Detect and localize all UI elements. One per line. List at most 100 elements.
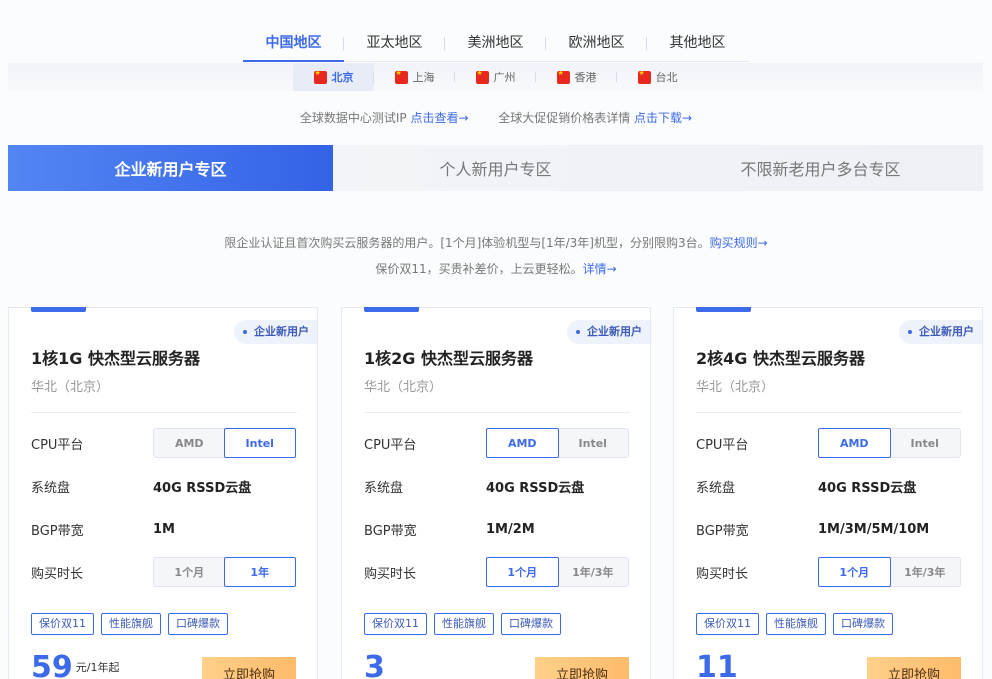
bandwidth-value: 1M [153, 521, 175, 537]
buy-now-button[interactable]: 立即抢购 [867, 657, 961, 679]
tag: 性能旗舰 [101, 613, 161, 635]
card-region: 华北（北京） [696, 380, 775, 395]
price: 59 元/1年起 [31, 652, 119, 679]
disk-value: 40G RSSD云盘 [818, 480, 917, 496]
tab-americas[interactable]: 美洲地区 [445, 28, 546, 61]
note-line-2: 保价双11，买贵补差价，上云更轻松。 [375, 262, 583, 276]
tab-europe[interactable]: 欧洲地区 [546, 28, 647, 61]
city-beijing[interactable]: 北京 [293, 63, 374, 91]
test-ip-text: 全球数据中心测试IP [299, 111, 407, 125]
china-flag-icon [475, 69, 489, 84]
duration-selector: 1个月 1年 [153, 557, 296, 587]
duration-1-month-option[interactable]: 1个月 [818, 557, 891, 587]
buy-now-button[interactable]: 立即抢购 [535, 657, 629, 679]
divider [31, 412, 297, 413]
city-bar: 北京 上海 广州 香港 台北 [8, 63, 983, 91]
card-title: 1核1G 快杰型云服务器 [31, 349, 200, 368]
note-line-1: 限企业认证且首次购买云服务器的用户。[1个月]体验机型与[1年/3年]机型，分别… [224, 236, 710, 250]
details-link[interactable]: 详情→ [583, 262, 617, 276]
cpu-intel-option[interactable]: Intel [558, 429, 629, 457]
price-value: 11 [696, 650, 738, 679]
disk-value: 40G RSSD云盘 [153, 480, 252, 496]
tag: 保价双11 [696, 613, 759, 635]
tab-other[interactable]: 其他地区 [647, 28, 748, 61]
price-value: 3 [364, 650, 385, 679]
info-links: 全球数据中心测试IP 点击查看→ 全球大促促销价格表详情 点击下载→ [0, 109, 992, 126]
cpu-amd-option[interactable]: AMD [154, 429, 225, 457]
card-accent-bar [31, 307, 86, 312]
cpu-selector: AMD Intel [818, 428, 961, 458]
card-region: 华北（北京） [364, 380, 443, 395]
card-title: 1核2G 快杰型云服务器 [364, 349, 533, 368]
china-flag-icon [313, 69, 327, 84]
price-list-link[interactable]: 点击下载→ [634, 111, 692, 125]
duration-row: 购买时长 1个月 1年/3年 [696, 557, 962, 587]
china-flag-icon [637, 69, 651, 84]
duration-row: 购买时长 1个月 1年 [31, 557, 297, 587]
tag: 口碑爆款 [168, 613, 228, 635]
price-unit: 元/1年起 [75, 661, 120, 674]
cpu-row: CPU平台 AMD Intel [696, 428, 962, 458]
disk-row: 系统盘 40G RSSD云盘 [31, 471, 297, 501]
cpu-intel-option[interactable]: Intel [890, 429, 961, 457]
tab-china[interactable]: 中国地区 [243, 28, 344, 62]
cpu-selector: AMD Intel [486, 428, 629, 458]
cpu-selector: AMD Intel [153, 428, 296, 458]
bandwidth-value: 1M/2M [486, 521, 535, 537]
purchase-notes: 限企业认证且首次购买云服务器的用户。[1个月]体验机型与[1年/3年]机型，分别… [0, 230, 992, 282]
cpu-amd-option[interactable]: AMD [818, 428, 891, 458]
bandwidth-row: BGP带宽 1M/3M/5M/10M [696, 521, 930, 539]
price-list-text: 全球大促促销价格表详情 [498, 111, 631, 125]
enterprise-badge: 企业新用户 [899, 320, 982, 344]
tag: 保价双11 [31, 613, 94, 635]
city-shanghai[interactable]: 上海 [374, 63, 455, 91]
tag-list: 保价双11 性能旗舰 口碑爆款 [364, 613, 568, 635]
duration-selector: 1个月 1年/3年 [486, 557, 629, 587]
disk-row: 系统盘 40G RSSD云盘 [364, 471, 630, 501]
duration-1-month-option[interactable]: 1个月 [154, 558, 225, 586]
card-accent-bar [696, 307, 751, 312]
test-ip-link[interactable]: 点击查看→ [410, 111, 468, 125]
tag: 口碑爆款 [501, 613, 561, 635]
china-flag-icon [394, 69, 408, 84]
enterprise-badge: 企业新用户 [567, 320, 650, 344]
city-taipei[interactable]: 台北 [617, 63, 698, 91]
duration-1-year-option[interactable]: 1年 [223, 557, 296, 587]
duration-row: 购买时长 1个月 1年/3年 [364, 557, 630, 587]
tab-unlimited-multi[interactable]: 不限新老用户多台专区 [658, 145, 983, 191]
card-title: 2核4G 快杰型云服务器 [696, 349, 865, 368]
bandwidth-row: BGP带宽 1M/2M [364, 521, 535, 539]
product-card-3: 企业新用户 2核4G 快杰型云服务器 华北（北京） CPU平台 AMD Inte… [673, 307, 983, 679]
duration-1-3-year-option[interactable]: 1年/3年 [558, 558, 629, 586]
tab-asia-pacific[interactable]: 亚太地区 [344, 28, 445, 61]
tag-list: 保价双11 性能旗舰 口碑爆款 [31, 613, 235, 635]
purchase-rules-link[interactable]: 购买规则→ [710, 236, 768, 250]
tag: 性能旗舰 [434, 613, 494, 635]
region-tabs: 中国地区 亚太地区 美洲地区 欧洲地区 其他地区 [243, 28, 749, 62]
buy-now-button[interactable]: 立即抢购 [202, 657, 296, 679]
tag: 口碑爆款 [833, 613, 893, 635]
zone-tabs: 企业新用户专区 个人新用户专区 不限新老用户多台专区 [8, 145, 983, 191]
tag: 保价双11 [364, 613, 427, 635]
bandwidth-row: BGP带宽 1M [31, 521, 175, 539]
product-card-1: 企业新用户 1核1G 快杰型云服务器 华北（北京） CPU平台 AMD Inte… [8, 307, 318, 679]
disk-value: 40G RSSD云盘 [486, 480, 585, 496]
cpu-amd-option[interactable]: AMD [486, 428, 559, 458]
price-value: 59 [31, 650, 73, 679]
city-guangzhou[interactable]: 广州 [455, 63, 536, 91]
disk-row: 系统盘 40G RSSD云盘 [696, 471, 962, 501]
cpu-intel-option[interactable]: Intel [223, 428, 296, 458]
duration-selector: 1个月 1年/3年 [818, 557, 961, 587]
city-hongkong[interactable]: 香港 [536, 63, 617, 91]
china-flag-icon [556, 69, 570, 84]
tab-personal-new-user[interactable]: 个人新用户专区 [333, 145, 658, 191]
tab-enterprise-new-user[interactable]: 企业新用户专区 [8, 145, 333, 191]
duration-1-3-year-option[interactable]: 1年/3年 [890, 558, 961, 586]
duration-1-month-option[interactable]: 1个月 [486, 557, 559, 587]
cpu-row: CPU平台 AMD Intel [364, 428, 630, 458]
bandwidth-value: 1M/3M/5M/10M [818, 521, 930, 537]
card-region: 华北（北京） [31, 380, 110, 395]
enterprise-badge: 企业新用户 [234, 320, 317, 344]
divider [364, 412, 630, 413]
divider [696, 412, 962, 413]
